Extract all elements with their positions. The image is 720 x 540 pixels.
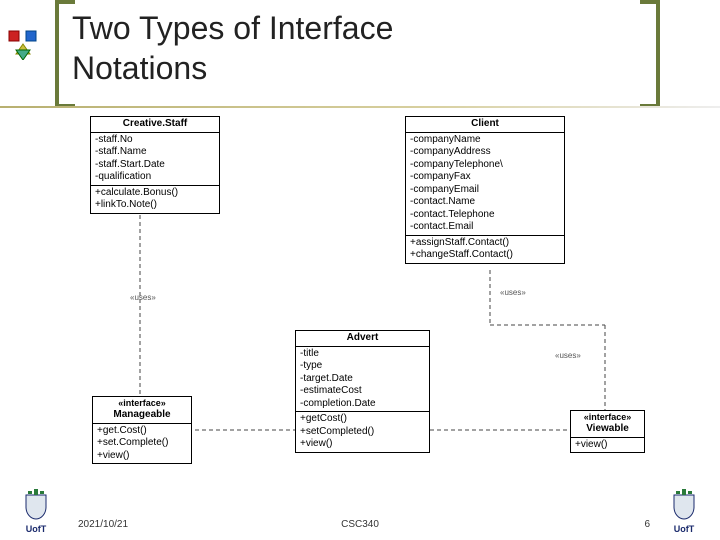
uml-title: «interface» Manageable: [93, 397, 191, 424]
uml-attributes: -title -type -target.Date -estimateCost …: [296, 347, 429, 413]
deco-icon: [8, 30, 38, 65]
uses-label-1: «uses»: [130, 293, 156, 302]
uml-interface-viewable: «interface» Viewable +view(): [570, 410, 645, 453]
uml-title: «interface» Viewable: [571, 411, 644, 438]
uml-operations: +view(): [571, 438, 644, 453]
uml-class-advert: Advert -title -type -target.Date -estima…: [295, 330, 430, 453]
uml-interface-manageable: «interface» Manageable +get.Cost() +set.…: [92, 396, 192, 464]
uml-operations: +getCost() +setCompleted() +view(): [296, 412, 429, 452]
uml-operations: +calculate.Bonus() +linkTo.Note(): [91, 186, 219, 213]
divider: [0, 106, 720, 108]
uses-label-2: «uses»: [500, 288, 526, 297]
footer-course: CSC340: [341, 519, 379, 530]
uml-operations: +assignStaff.Contact() +changeStaff.Cont…: [406, 236, 564, 263]
uml-diagram: «uses» «uses» «uses» Creative.Staff -sta…: [0, 110, 720, 500]
uml-class-client: Client -companyName -companyAddress -com…: [405, 116, 565, 264]
brand-text: UofT: [666, 524, 702, 534]
page-title: Two Types of Interface Notations: [72, 8, 393, 88]
footer-page: 6: [644, 519, 650, 530]
uml-class-creative-staff: Creative.Staff -staff.No -staff.Name -st…: [90, 116, 220, 214]
brand-text: UofT: [18, 524, 54, 534]
crest-right: UofT: [666, 489, 702, 534]
uml-title: Client: [406, 117, 564, 133]
bracket-right: [640, 0, 660, 108]
uml-attributes: -companyName -companyAddress -companyTel…: [406, 133, 564, 236]
uml-title: Creative.Staff: [91, 117, 219, 133]
uses-label-3: «uses»: [555, 351, 581, 360]
uml-title: Advert: [296, 331, 429, 347]
uml-operations: +get.Cost() +set.Complete() +view(): [93, 424, 191, 464]
footer-date: 2021/10/21: [78, 519, 128, 530]
crest-left: UofT: [18, 489, 54, 534]
uml-attributes: -staff.No -staff.Name -staff.Start.Date …: [91, 133, 219, 186]
